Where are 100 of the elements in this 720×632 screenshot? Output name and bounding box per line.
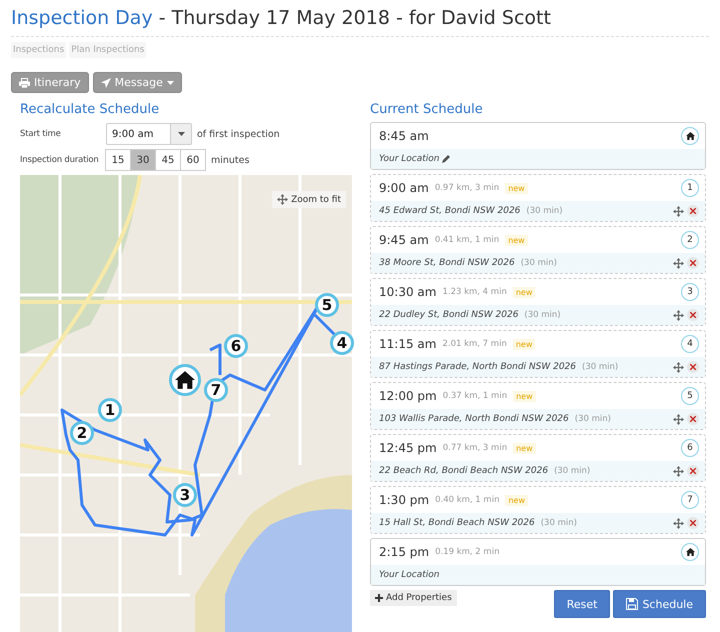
schedule-time: 10:30 am xyxy=(379,285,436,299)
address-text: 22 Beach Rd, Bondi Beach NSW 2026 xyxy=(379,466,548,476)
section-heading: Current Schedule xyxy=(370,102,484,117)
move-icon[interactable] xyxy=(673,362,684,372)
address-text: 38 Moore St, Bondi NSW 2026 xyxy=(379,258,515,268)
duration-text: (30 min) xyxy=(554,466,590,476)
remove-button[interactable] xyxy=(687,413,699,425)
schedule-time: 12:00 pm xyxy=(379,389,437,403)
remove-button[interactable] xyxy=(687,205,699,217)
stop-number: 1 xyxy=(681,179,699,197)
travel-info: 2.01 km, 7 min xyxy=(442,339,507,349)
address-text: 45 Edward St, Bondi NSW 2026 xyxy=(379,206,520,216)
remove-button[interactable] xyxy=(687,517,699,529)
caret-icon xyxy=(178,132,184,136)
pencil-icon[interactable] xyxy=(442,155,450,163)
page-title-link[interactable]: Inspection Day xyxy=(11,7,153,29)
stop-number: 2 xyxy=(681,231,699,249)
address-text: Your Location xyxy=(379,570,440,580)
move-icon[interactable] xyxy=(673,466,684,476)
close-icon xyxy=(690,468,696,474)
location-link[interactable]: Your Location xyxy=(379,154,440,164)
move-icon[interactable] xyxy=(673,310,684,320)
move-icon[interactable] xyxy=(673,206,684,216)
duration-text: (30 min) xyxy=(582,362,618,372)
close-icon xyxy=(690,312,696,318)
travel-info: 0.19 km, 2 min xyxy=(435,547,500,557)
inspection-card[interactable]: 10:30 am 1.23 km, 4 min new 3 22 Dudley St, Bondi NSW 2026 (30 min) xyxy=(370,278,706,326)
stop-number: 5 xyxy=(681,387,699,405)
duration-text: (30 min) xyxy=(520,258,557,268)
new-badge: new xyxy=(513,390,536,402)
home-location-card[interactable]: 2:15 pm 0.19 km, 2 min Your Location xyxy=(370,538,706,586)
schedule-time: 1:30 pm xyxy=(379,493,430,507)
reset-button[interactable]: Reset xyxy=(554,590,610,618)
plus-icon xyxy=(375,594,383,602)
home-icon xyxy=(686,548,694,556)
close-icon xyxy=(690,208,696,214)
address-text: 15 Hall St, Bondi Beach NSW 2026 xyxy=(379,518,535,528)
remove-button[interactable] xyxy=(687,309,699,321)
inspection-card[interactable]: 9:00 am 0.97 km, 3 min new 1 45 Edward St, Bondi NSW 2026 (30 min) xyxy=(370,174,706,222)
inspection-card[interactable]: 12:00 pm 0.37 km, 1 min new 5 103 Wallis Parade, North Bondi NSW 2026 (30 min) xyxy=(370,382,706,430)
inspection-card[interactable]: 12:45 pm 0.77 km, 3 min new 6 22 Beach Rd, Bondi Beach NSW 2026 (30 min) xyxy=(370,434,706,482)
travel-info: 0.40 km, 1 min xyxy=(435,495,500,505)
travel-info: 0.97 km, 3 min xyxy=(434,183,500,193)
address-text: 87 Hastings Parade, North Bondi NSW 2026 xyxy=(379,362,576,372)
travel-info: 0.37 km, 1 min xyxy=(442,391,508,401)
close-icon xyxy=(690,364,696,370)
paper-plane-icon xyxy=(100,78,111,88)
duration-text: (30 min) xyxy=(540,518,577,528)
move-icon[interactable] xyxy=(673,518,684,528)
add-properties-button[interactable]: Add Properties xyxy=(370,590,457,606)
close-icon xyxy=(690,260,696,266)
schedule-time: 9:45 am xyxy=(379,233,429,247)
home-icon xyxy=(175,371,195,389)
stop-number: 7 xyxy=(681,491,699,509)
stop-number: 3 xyxy=(681,283,699,301)
remove-button[interactable] xyxy=(687,465,699,477)
new-badge: new xyxy=(512,286,536,298)
schedule-time: 8:45 am xyxy=(379,129,429,143)
move-icon[interactable] xyxy=(673,414,684,424)
section-heading: Recalculate Schedule xyxy=(20,102,160,117)
field-hint: minutes xyxy=(211,154,250,166)
remove-button[interactable] xyxy=(687,361,699,373)
duration-text: (30 min) xyxy=(526,206,563,216)
duration-option[interactable]: 45 xyxy=(155,149,181,171)
duration-option[interactable]: 30 xyxy=(130,149,156,171)
new-badge: new xyxy=(513,442,536,454)
inspection-card[interactable]: 9:45 am 0.41 km, 1 min new 2 38 Moore St, Bondi NSW 2026 (30 min) xyxy=(370,226,706,274)
schedule-time: 11:15 am xyxy=(379,337,436,351)
home-icon xyxy=(686,132,694,140)
address-text: 103 Wallis Parade, North Bondi NSW 2026 xyxy=(379,414,569,424)
schedule-button[interactable]: Schedule xyxy=(613,590,706,618)
schedule-time: 12:45 pm xyxy=(379,441,437,455)
address-text: 22 Dudley St, Bondi NSW 2026 xyxy=(379,310,518,320)
remove-button[interactable] xyxy=(687,257,699,269)
schedule-time: 2:15 pm xyxy=(379,545,430,559)
inspection-card[interactable]: 11:15 am 2.01 km, 7 min new 4 87 Hastings Parade, North Bondi NSW 2026 (30 min) xyxy=(370,330,706,378)
field-label: Start time xyxy=(20,129,62,139)
travel-info: 0.41 km, 1 min xyxy=(434,235,500,245)
page-title: Inspection Day - Thursday 17 May 2018 - for David Scott xyxy=(11,7,709,37)
field-hint: of first inspection xyxy=(197,128,280,140)
close-icon xyxy=(690,520,696,526)
field-label: Inspection duration xyxy=(20,155,100,165)
new-badge: new xyxy=(505,494,528,506)
start-time-select[interactable]: 9:00 am xyxy=(106,123,192,145)
duration-option[interactable]: 15 xyxy=(105,149,131,171)
stop-number: 4 xyxy=(681,335,699,353)
travel-info: 1.23 km, 4 min xyxy=(442,287,507,297)
new-badge: new xyxy=(505,182,528,194)
printer-icon xyxy=(19,78,30,88)
zoom-to-fit-button[interactable]: Zoom to fit xyxy=(272,191,346,208)
travel-info: 0.77 km, 3 min xyxy=(442,443,508,453)
move-icon xyxy=(277,194,288,205)
home-location-card[interactable]: 8:45 am Your Location xyxy=(370,122,706,170)
stop-number: 6 xyxy=(681,439,699,457)
move-icon[interactable] xyxy=(673,258,684,268)
inspection-card[interactable]: 1:30 pm 0.40 km, 1 min new 7 15 Hall St, Bondi Beach NSW 2026 (30 min) xyxy=(370,486,706,534)
duration-option[interactable]: 60 xyxy=(180,149,206,171)
close-icon xyxy=(690,416,696,422)
new-badge: new xyxy=(505,234,528,246)
duration-text: (30 min) xyxy=(574,414,611,424)
